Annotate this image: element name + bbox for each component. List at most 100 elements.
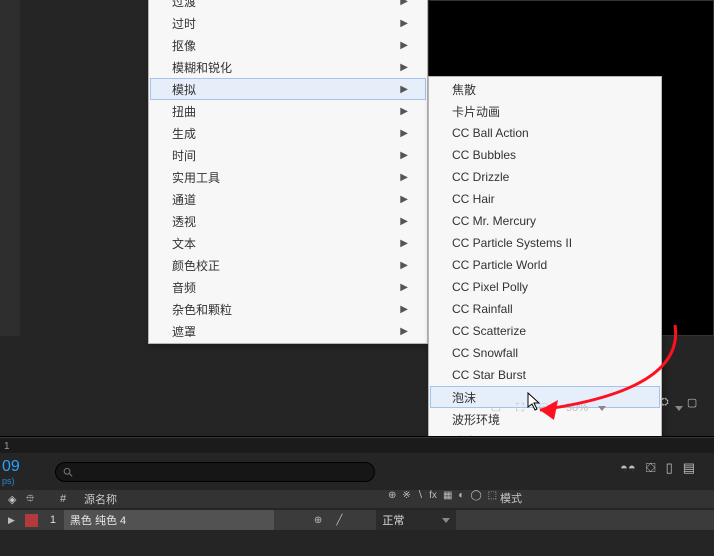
current-timecode[interactable]: 09 [2,458,20,476]
switch-quality[interactable]: ⊕ [314,515,322,526]
menu-item-label: 模糊和锐化 [172,59,232,76]
submenu-item-13[interactable]: CC Star Burst [430,364,660,386]
search-input[interactable] [74,466,368,478]
submenu-item-0[interactable]: 焦散 [430,78,660,100]
menu-item-5[interactable]: 扭曲▶ [150,100,426,122]
switch-icon-quality[interactable]: ⊕ [388,490,396,501]
submenu-item-label: CC Ball Action [452,126,529,140]
menu-item-14[interactable]: 杂色和颗粒▶ [150,298,426,320]
submenu-item-3[interactable]: CC Bubbles [430,144,660,166]
submenu-arrow-icon: ▶ [400,84,408,95]
display-dropdown-icon[interactable] [675,396,683,420]
timeline-right-icons: ◓◓ ⛋ ▯ ▤ [620,460,695,476]
layer-row[interactable]: ▶ 1 黑色 纯色 4 ⊕ ╱ 正常 [0,510,714,530]
submenu-arrow-icon: ▶ [400,216,408,227]
chevron-down-icon [442,518,450,523]
menu-item-label: 时间 [172,147,196,164]
menu-item-label: 透视 [172,213,196,230]
menu-item-label: 模拟 [172,81,196,98]
submenu-arrow-icon: ▶ [400,128,408,139]
viewport-footer: ▭ ⛶ ⦿ 50% [488,396,606,420]
submenu-arrow-icon: ▶ [400,238,408,249]
menu-item-label: 生成 [172,125,196,142]
submenu-item-7[interactable]: CC Particle Systems II [430,232,660,254]
menu-item-15[interactable]: 遮罩 ▶ [150,320,426,342]
switch-icon-fx2[interactable]: fx [429,490,437,501]
layer-name[interactable]: 黑色 纯色 4 [64,510,274,530]
submenu-item-12[interactable]: CC Snowfall [430,342,660,364]
menu-item-13[interactable]: 音频 ▶ [150,276,426,298]
submenu-item-11[interactable]: CC Scatterize [430,320,660,342]
res-icon[interactable]: ▭ [488,400,504,416]
menu-item-label: 遮罩 [172,323,196,340]
submenu-item-8[interactable]: CC Particle World [430,254,660,276]
camera-icon[interactable]: ⛶ [512,400,528,416]
menu-item-4[interactable]: 模拟 ▶ [150,78,426,100]
render-icon[interactable]: ⛋ [646,460,656,476]
zoom-dropdown-icon[interactable] [598,406,606,411]
submenu-item-label: CC Pixel Polly [452,280,528,294]
menu-item-10[interactable]: 透视 ▶ [150,210,426,232]
submenu-arrow-icon: ▶ [400,326,408,337]
menu-item-9[interactable]: 通道▶ [150,188,426,210]
menu-item-label: 音频 [172,279,196,296]
submenu-item-label: 卡片动画 [452,103,500,120]
submenu-arrow-icon: ▶ [400,62,408,73]
zoom-level[interactable]: 50% [566,402,588,414]
submenu-item-label: CC Rainfall [452,302,513,316]
submenu-arrow-icon: ▶ [400,106,408,117]
submenu-item-4[interactable]: CC Drizzle [430,166,660,188]
layer-color-swatch[interactable] [25,514,38,527]
switch-slash[interactable]: ╱ [336,515,342,526]
menu-item-0[interactable]: 过渡▶ [150,0,426,12]
submenu-item-label: CC Star Burst [452,368,526,382]
effects-menu: 过渡▶过时▶抠像▶模糊和锐化▶模拟▶扭曲▶生成▶时间▶实用工具▶通道▶透视▶文本… [148,0,428,344]
submenu-arrow-icon: ▶ [400,282,408,293]
menu-item-12[interactable]: 颜色校正▶ [150,254,426,276]
layer-index: 1 [42,514,64,526]
switch-icon-o[interactable]: ◯ [470,490,481,501]
lock-col-icon[interactable]: ⯐ [18,490,34,509]
menu-item-2[interactable]: 抠像▶ [150,34,426,56]
switch-icon-cube[interactable]: ⬚ [488,490,497,501]
menu-item-11[interactable]: 文本▶ [150,232,426,254]
switch-icon-fx[interactable]: ※ [402,490,410,501]
blend-mode-label: 正常 [382,512,404,528]
layer-caret-icon[interactable]: ▶ [8,515,15,526]
visibility-col-icon[interactable]: ◈ [0,493,18,506]
menu-item-8[interactable]: 实用工具▶ [150,166,426,188]
submenu-item-10[interactable]: CC Rainfall [430,298,660,320]
submenu-item-5[interactable]: CC Hair [430,188,660,210]
switch-icon-grid[interactable]: ▦ [443,490,452,501]
time-ruler[interactable]: 1 [0,437,714,453]
submenu-item-2[interactable]: CC Ball Action [430,122,660,144]
submenu-arrow-icon: ▶ [400,194,408,205]
menu-item-1[interactable]: 过时▶ [150,12,426,34]
square-icon[interactable]: ▢ [687,396,697,420]
submenu-item-label: CC Drizzle [452,170,509,184]
layer-blend-mode[interactable]: 正常 [376,510,456,530]
submenu-arrow-icon: ▶ [400,40,408,51]
menu-item-6[interactable]: 生成 ▶ [150,122,426,144]
cursor-icon [527,392,543,412]
switch-icon-circle[interactable]: ◐ [458,490,464,501]
mode-header[interactable]: 模式 [500,490,522,506]
search-icon [62,466,74,478]
timeline-search[interactable] [55,462,375,482]
submenu-item-label: CC Snowfall [452,346,518,360]
switches-header: ⊕ ※ ∖ fx ▦ ◐ ◯ ⬚ [388,490,497,501]
submenu-item-label: CC Bubbles [452,148,516,162]
name-header[interactable]: 源名称 [76,491,286,507]
submenu-item-9[interactable]: CC Pixel Polly [430,276,660,298]
switch-icon-slash[interactable]: ∖ [417,490,423,501]
submenu-item-1[interactable]: 卡片动画 [430,100,660,122]
graph-icon[interactable]: ◓◓ [620,460,636,476]
menu-item-3[interactable]: 模糊和锐化 ▶ [150,56,426,78]
submenu-item-label: CC Mr. Mercury [452,214,536,228]
menu-item-7[interactable]: 时间▶ [150,144,426,166]
ruler-tick: 1 [4,441,10,452]
panel1-icon[interactable]: ▯ [666,460,673,476]
submenu-item-6[interactable]: CC Mr. Mercury [430,210,660,232]
panel2-icon[interactable]: ▤ [683,460,695,476]
display-menu-icon[interactable]: ⛭ [660,396,669,420]
